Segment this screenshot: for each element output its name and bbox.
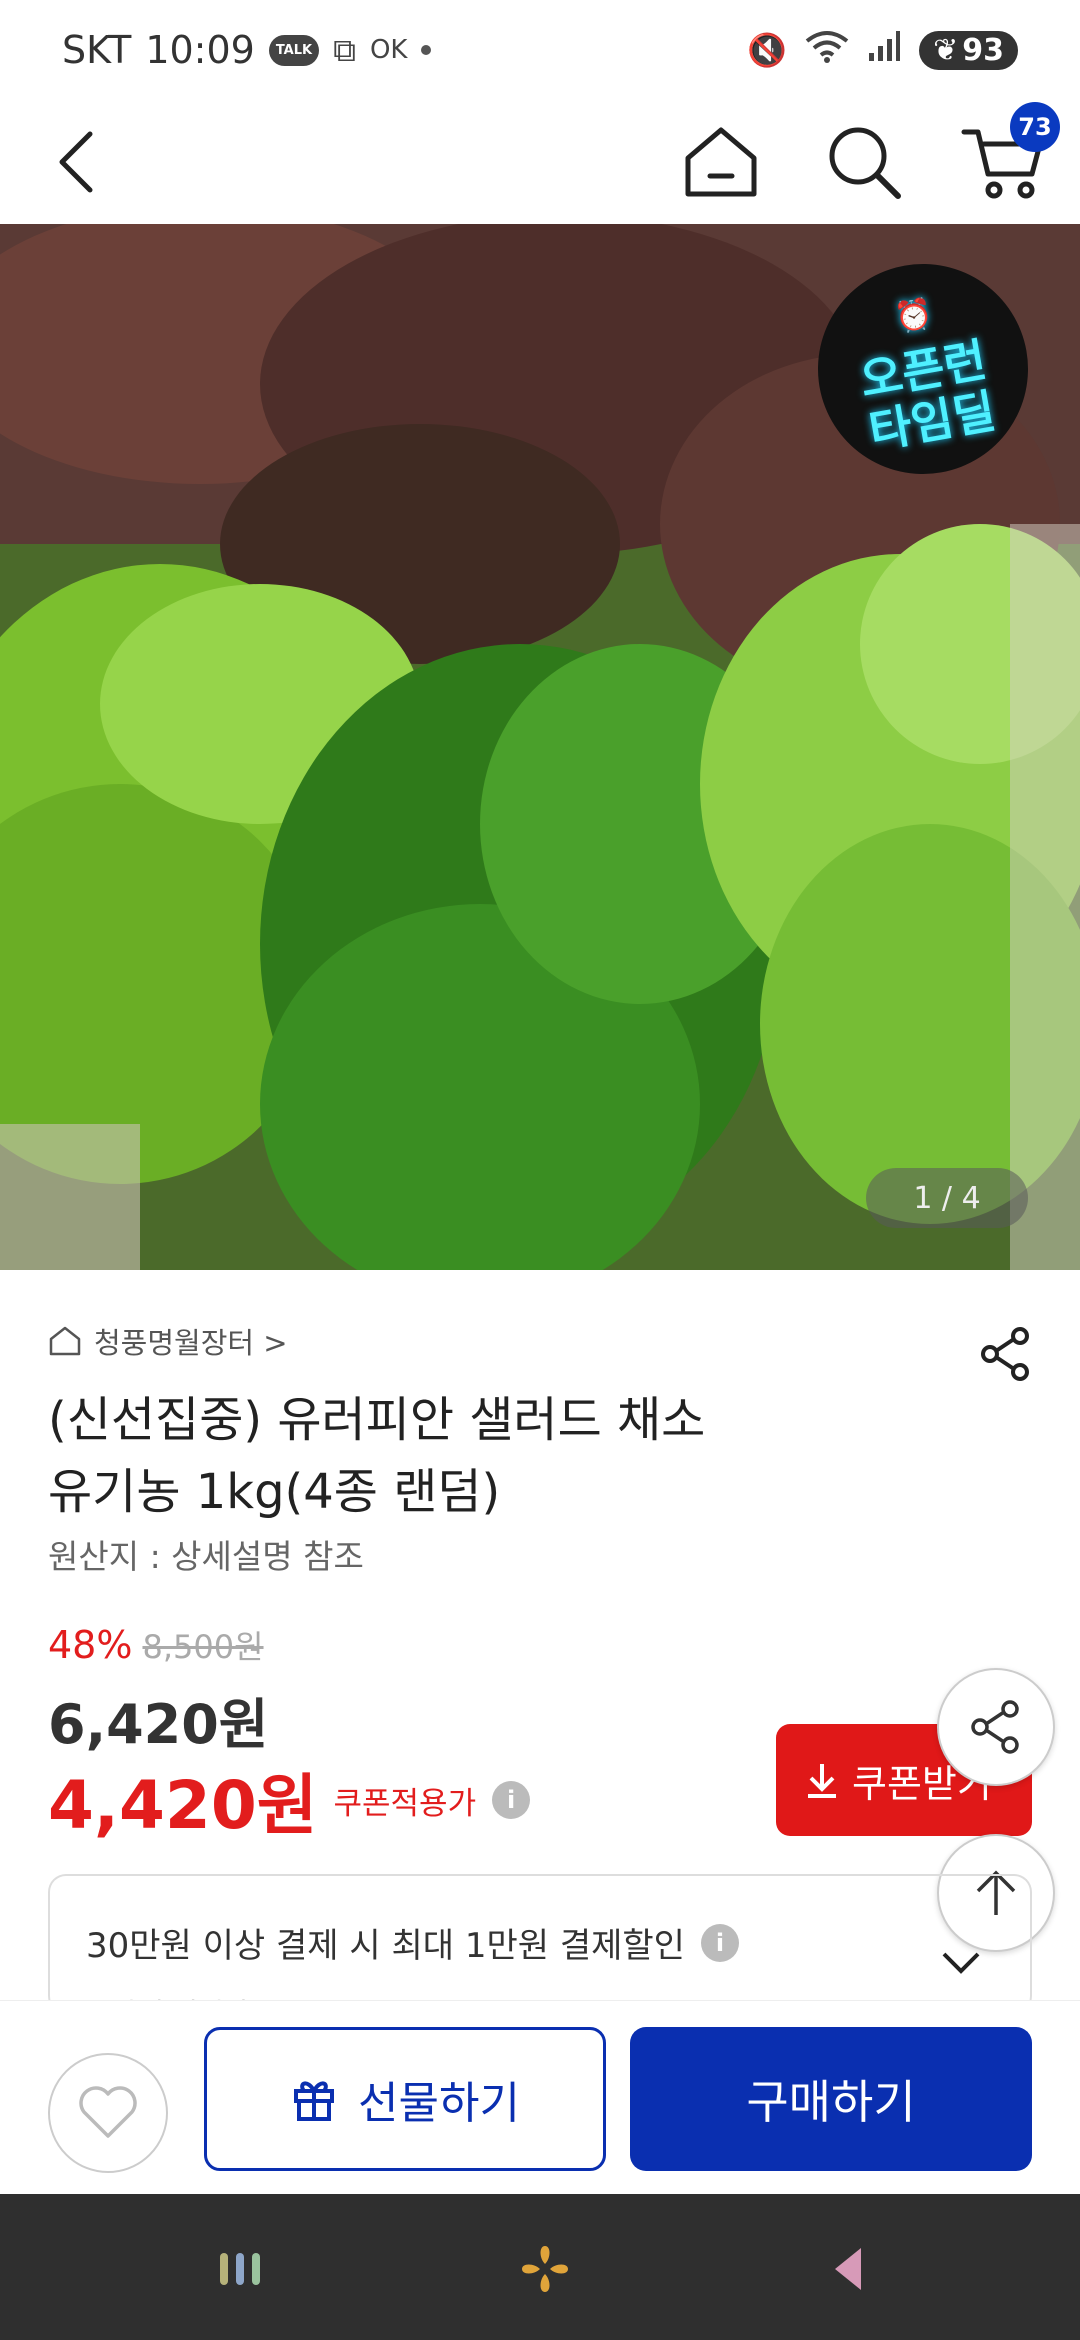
discount-rate: 48% bbox=[48, 1623, 133, 1667]
product-title-line-2: 유기농 1kg(4종 랜덤) bbox=[48, 1464, 501, 1520]
alarm-clock-icon: ⏰ bbox=[892, 295, 936, 337]
cart-count-badge: 73 bbox=[1010, 102, 1060, 152]
status-bar: SKT 10:09 TALK ⧉ OK 🔇 ❦ 93 bbox=[0, 0, 1080, 100]
discount-row: 48% 8,500원 bbox=[48, 1622, 264, 1668]
payment-promo-box[interactable]: 30만원 이상 결제 시 최대 1만원 결제할인 i 오마레 신선카드 bbox=[48, 1874, 1032, 2014]
ok-cashbag-icon: OK bbox=[369, 35, 408, 65]
gift-label: 선물하기 bbox=[358, 2078, 520, 2129]
home-button[interactable] bbox=[678, 118, 764, 204]
original-price: 8,500원 bbox=[142, 1628, 264, 1666]
home-nav-button[interactable] bbox=[510, 2234, 580, 2304]
app-header: 73 bbox=[0, 100, 1080, 224]
download-icon bbox=[808, 1764, 836, 1798]
share-icon bbox=[981, 1327, 1029, 1381]
product-image-carousel[interactable]: ⏰ 오픈런 타임딜 1 / 4 bbox=[0, 224, 1080, 1270]
sale-price: 6,420원 bbox=[48, 1693, 269, 1756]
system-nav-bar bbox=[0, 2194, 1080, 2340]
battery-level: 93 bbox=[962, 32, 1004, 68]
origin-info: 원산지 : 상세설명 참조 bbox=[48, 1537, 364, 1576]
mute-icon: 🔇 bbox=[747, 31, 788, 69]
kakaotalk-icon: TALK bbox=[268, 34, 320, 66]
floating-share-button[interactable] bbox=[937, 1668, 1055, 1786]
share-icon bbox=[971, 1700, 1019, 1754]
promo-text: 30만원 이상 결제 시 최대 1만원 결제할인 bbox=[86, 1926, 685, 1966]
search-button[interactable] bbox=[820, 118, 906, 204]
wifi-icon bbox=[805, 29, 849, 71]
chevron-down-icon bbox=[942, 1952, 980, 1974]
home-icon bbox=[685, 127, 757, 197]
coupon-price-label: 쿠폰적용가 bbox=[333, 1785, 477, 1822]
wishlist-button[interactable] bbox=[48, 2053, 168, 2173]
share-button[interactable] bbox=[976, 1324, 1036, 1384]
leaf-icon: ❦ bbox=[933, 32, 959, 68]
back-nav-icon bbox=[835, 2248, 861, 2290]
heart-icon bbox=[79, 2086, 137, 2138]
back-button[interactable] bbox=[46, 122, 106, 202]
store-name: 청풍명월장터 > bbox=[94, 1326, 288, 1360]
carrier: SKT bbox=[62, 28, 132, 72]
search-icon bbox=[829, 127, 901, 199]
coupon-price: 4,420원 bbox=[48, 1767, 318, 1844]
clock: 10:09 bbox=[145, 28, 255, 72]
screenshot-icon: ⧉ bbox=[333, 30, 356, 69]
screen: SKT 10:09 TALK ⧉ OK 🔇 ❦ 93 73 ⏰ 오픈런 타임딜 … bbox=[0, 0, 1080, 2340]
recent-apps-button[interactable] bbox=[206, 2234, 276, 2304]
coupon-price-row: 4,420원 쿠폰적용가 i bbox=[48, 1752, 531, 1848]
info-icon[interactable]: i bbox=[492, 1781, 531, 1819]
store-home-icon bbox=[49, 1326, 81, 1356]
back-nav-button[interactable] bbox=[812, 2234, 882, 2304]
recent-apps-icon bbox=[220, 2253, 260, 2285]
cart-button[interactable]: 73 bbox=[960, 102, 1060, 204]
gift-button[interactable]: 선물하기 bbox=[204, 2027, 606, 2171]
home-nav-icon bbox=[522, 2246, 568, 2292]
product-title-line-1: (신선집중) 유러피안 샐러드 채소 bbox=[48, 1392, 706, 1448]
info-icon[interactable]: i bbox=[700, 1923, 739, 1962]
notification-dot-icon bbox=[421, 45, 432, 55]
expand-button[interactable] bbox=[936, 1942, 986, 1982]
gift-icon bbox=[294, 2081, 335, 2121]
buy-button[interactable]: 구매하기 bbox=[630, 2027, 1032, 2171]
bottom-action-bar: 선물하기 구매하기 bbox=[0, 2000, 1080, 2194]
battery-indicator: ❦ 93 bbox=[919, 30, 1018, 70]
product-title: (신선집중) 유러피안 샐러드 채소 유기농 1kg(4종 랜덤) bbox=[48, 1384, 868, 1528]
promo-text-row: 30만원 이상 결제 시 최대 1만원 결제할인 i bbox=[86, 1918, 739, 1967]
store-link[interactable]: 청풍명월장터 > bbox=[48, 1320, 288, 1362]
signal-icon bbox=[867, 28, 901, 72]
image-counter: 1 / 4 bbox=[866, 1168, 1028, 1228]
